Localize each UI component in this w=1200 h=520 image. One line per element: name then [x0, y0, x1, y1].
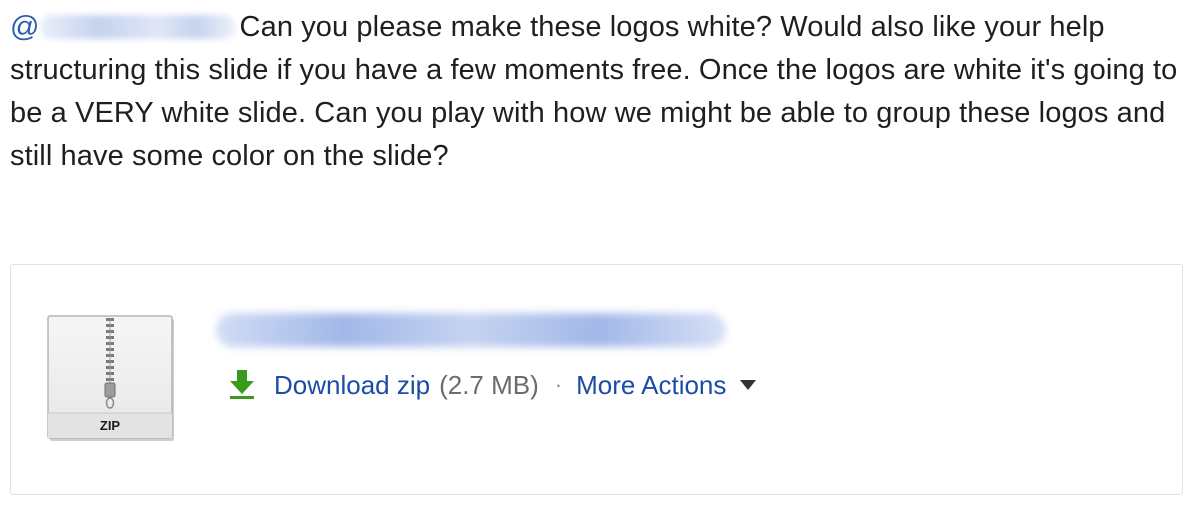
- redacted-username: [39, 15, 236, 39]
- user-mention[interactable]: @: [10, 11, 240, 43]
- download-zip-link[interactable]: Download zip: [274, 370, 430, 401]
- attachment-actions: Download zip (2.7 MB) · More Actions: [229, 365, 757, 405]
- zip-icon-label: ZIP: [100, 418, 121, 433]
- redacted-file-name[interactable]: [216, 313, 726, 347]
- action-separator: ·: [554, 372, 563, 397]
- download-arrow-icon[interactable]: [229, 370, 255, 400]
- dropdown-caret-icon[interactable]: [740, 379, 757, 391]
- message-body: @ Can you please make these logos white? …: [10, 6, 1190, 178]
- file-size: (2.7 MB): [439, 369, 539, 400]
- more-actions-link[interactable]: More Actions: [576, 370, 726, 401]
- zip-file-icon[interactable]: ZIP: [47, 315, 177, 445]
- attachment-card: ZIP Download zip (2.7 MB) · More Actions: [10, 264, 1183, 495]
- mention-at-sign: @: [10, 11, 40, 43]
